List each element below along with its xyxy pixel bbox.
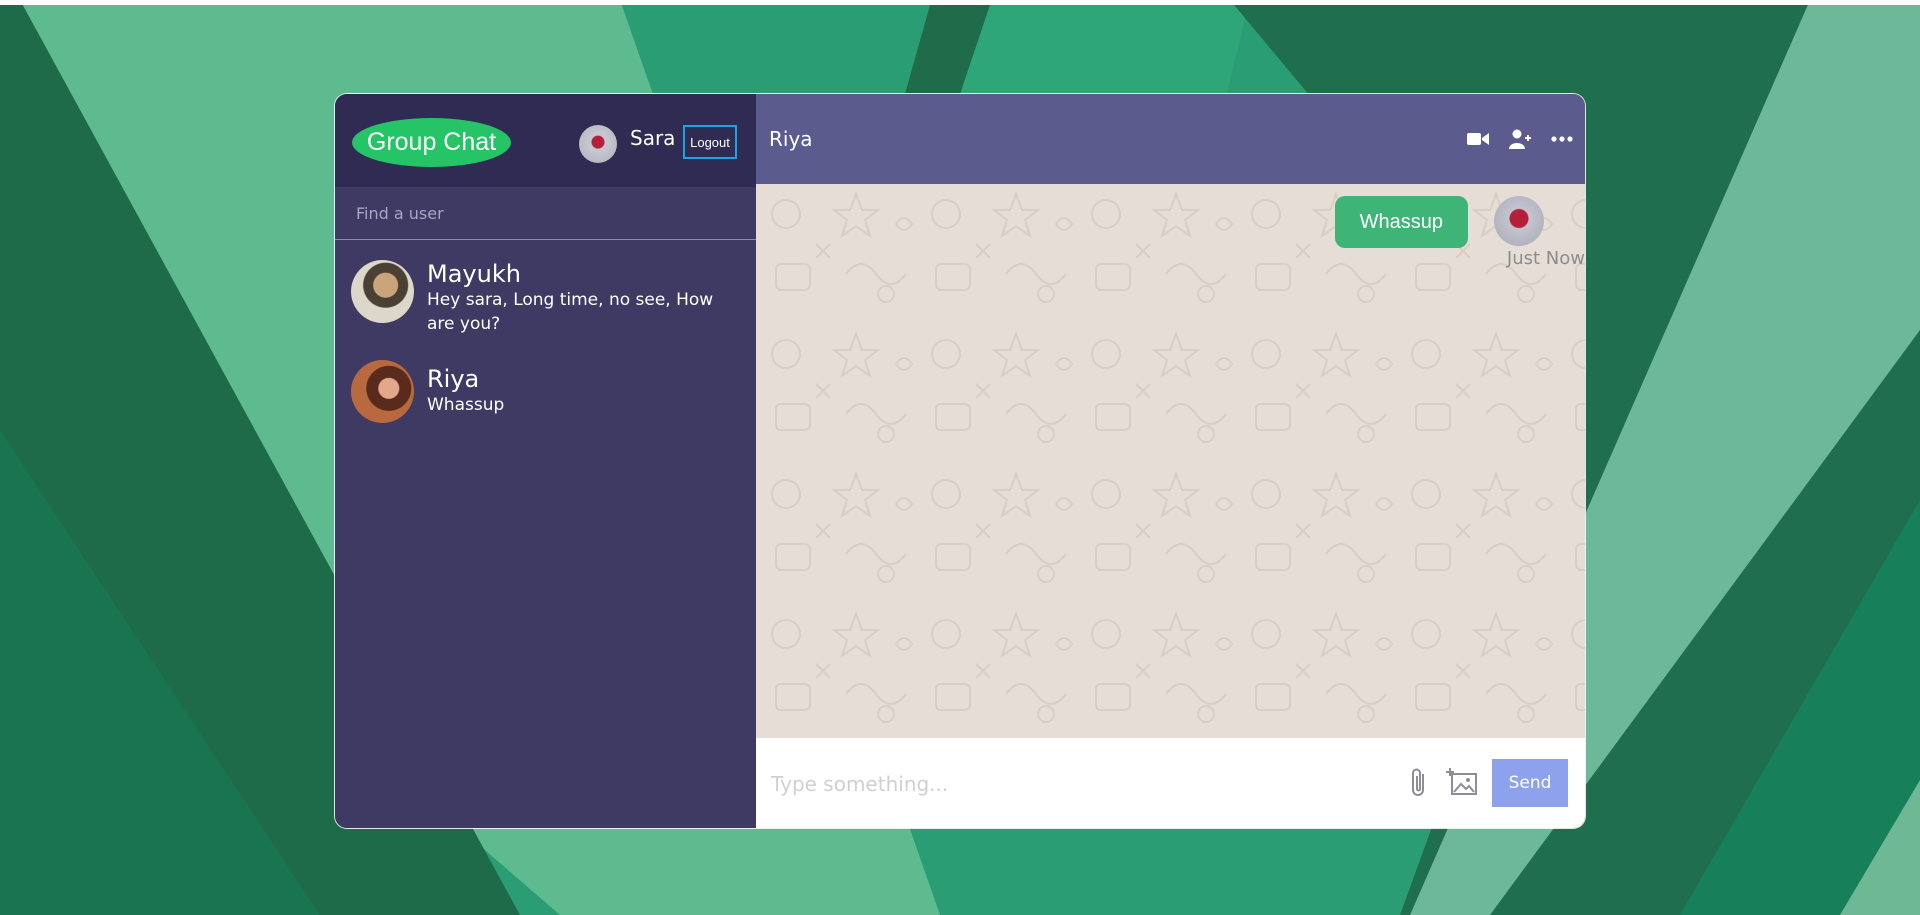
- message-input[interactable]: [769, 766, 1393, 802]
- logout-button[interactable]: Logout: [683, 125, 737, 159]
- add-user-icon[interactable]: [1503, 122, 1537, 156]
- image-upload-icon[interactable]: [1446, 766, 1478, 798]
- message-bubble: Whassup: [1334, 196, 1468, 248]
- avatar: [351, 260, 414, 323]
- sidebar-header: Group Chat Sara Logout: [335, 94, 756, 187]
- chat-app-window: Group Chat Sara Logout Mayukh Hey sara, …: [335, 94, 1585, 828]
- video-camera-icon[interactable]: [1461, 122, 1495, 156]
- sidebar: Group Chat Sara Logout Mayukh Hey sara, …: [335, 94, 756, 828]
- chat-name: Mayukh: [427, 260, 521, 288]
- chat-name: Riya: [427, 365, 480, 393]
- send-button[interactable]: Send: [1492, 759, 1568, 807]
- chat-peer-name: Riya: [769, 127, 813, 151]
- messages-area: Whassup Just Now: [756, 184, 1585, 738]
- user-search: [335, 187, 756, 240]
- chat-list-item-text: Riya Whassup: [427, 360, 737, 417]
- brand-logo: Group Chat: [352, 118, 511, 167]
- top-border: [0, 0, 1920, 5]
- current-user-name: Sara: [630, 126, 676, 150]
- user-search-input[interactable]: [354, 192, 738, 234]
- message-avatar: [1494, 196, 1544, 246]
- current-user-avatar: [579, 125, 617, 163]
- paperclip-icon[interactable]: [1404, 766, 1434, 800]
- chat-header-actions: [1461, 122, 1579, 156]
- doodle-pattern: [756, 184, 1585, 738]
- chat-panel: Riya Whassup Just Now Type something... …: [756, 94, 1585, 828]
- chat-last-message: Hey sara, Long time, no see, How are you…: [427, 290, 714, 334]
- chat-header: Riya: [756, 94, 1585, 184]
- chat-last-message: Whassup: [427, 395, 505, 415]
- chat-list-item-text: Mayukh Hey sara, Long time, no see, How …: [427, 260, 737, 336]
- avatar: [351, 360, 414, 423]
- more-options-icon[interactable]: [1545, 122, 1579, 156]
- chat-list-item-riya[interactable]: Riya Whassup: [335, 336, 756, 423]
- message-composer: Send: [756, 738, 1585, 828]
- message-time: Just Now: [1506, 248, 1585, 269]
- chat-list-item-mayukh[interactable]: Mayukh Hey sara, Long time, no see, How …: [335, 240, 756, 336]
